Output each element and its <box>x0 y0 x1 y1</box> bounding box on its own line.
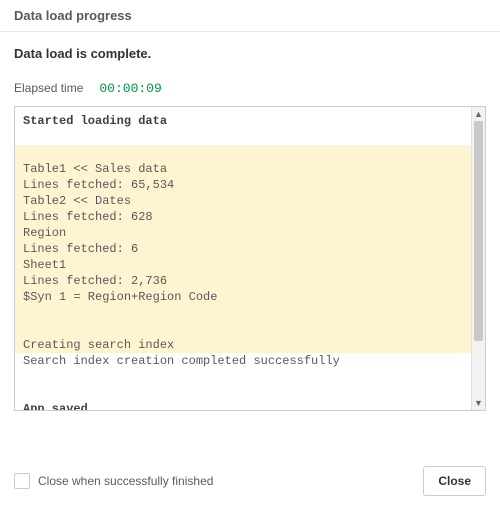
elapsed-value: 00:00:09 <box>99 81 161 96</box>
status-text: Data load is complete. <box>14 46 486 61</box>
log-line: Search index creation completed successf… <box>23 353 463 369</box>
log-panel: Started loading data Table1 << Sales dat… <box>14 106 486 411</box>
log-line <box>23 369 463 385</box>
status-row: Data load is complete. <box>0 32 500 65</box>
elapsed-label: Elapsed time <box>14 81 83 95</box>
dialog-title: Data load progress <box>14 8 486 23</box>
log-line <box>15 321 471 337</box>
scrollbar[interactable]: ▲ ▼ <box>471 107 485 410</box>
elapsed-row: Elapsed time 00:00:09 <box>0 65 500 106</box>
dialog-footer: Close when successfully finished Close <box>0 453 500 511</box>
scroll-track[interactable] <box>472 121 485 396</box>
log-line <box>23 129 463 145</box>
log-line: App saved <box>23 401 463 410</box>
log-line <box>23 385 463 401</box>
scroll-down-icon[interactable]: ▼ <box>472 396 485 410</box>
scroll-up-icon[interactable]: ▲ <box>472 107 485 121</box>
log-line: Lines fetched: 6 <box>15 241 471 257</box>
log-line <box>15 305 471 321</box>
log-line <box>15 145 471 161</box>
log-line: Lines fetched: 628 <box>15 209 471 225</box>
scroll-thumb[interactable] <box>474 121 483 341</box>
dialog-header: Data load progress <box>0 0 500 32</box>
log-line: Sheet1 <box>15 257 471 273</box>
log-line: Region <box>15 225 471 241</box>
log-line: Table1 << Sales data <box>15 161 471 177</box>
log-line: Creating search index <box>15 337 471 353</box>
close-button[interactable]: Close <box>423 466 486 496</box>
checkbox-icon[interactable] <box>14 473 30 489</box>
log-line: Table2 << Dates <box>15 193 471 209</box>
log-line: Lines fetched: 65,534 <box>15 177 471 193</box>
log-line: Started loading data <box>23 113 463 129</box>
log-line: $Syn 1 = Region+Region Code <box>15 289 471 305</box>
close-when-finished-option[interactable]: Close when successfully finished <box>14 473 213 489</box>
log-content[interactable]: Started loading data Table1 << Sales dat… <box>15 107 471 410</box>
checkbox-label: Close when successfully finished <box>38 474 213 488</box>
log-line: Lines fetched: 2,736 <box>15 273 471 289</box>
